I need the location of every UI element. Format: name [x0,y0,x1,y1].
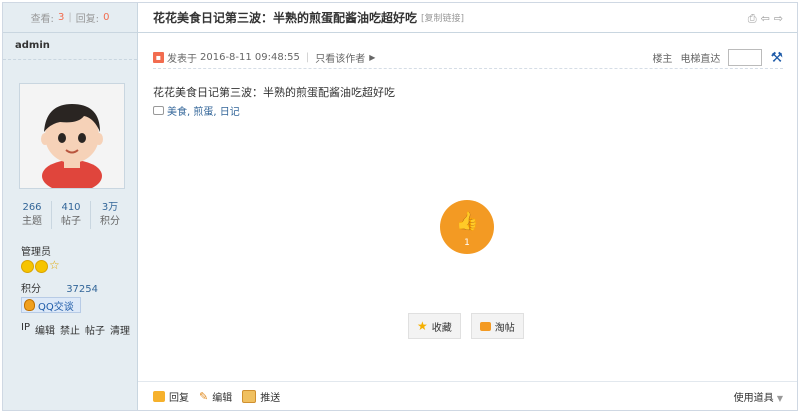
use-tools-menu[interactable]: 使用道具 ▼ [734,389,783,404]
wrench-icon[interactable]: ⚒ [770,50,783,66]
post-meta: ▪ 发表于 2016-8-11 09:48:55 | 只看该作者 ▶ 楼主 电梯… [153,49,783,66]
sun-icon [21,260,34,273]
floor-label: 楼主 [652,54,673,65]
points-label: 积分 [21,284,41,295]
posted-time: 2016-8-11 09:48:55 [200,52,300,63]
author-sidebar: 查看: 3 | 回复: 0 admin 266 主题 410 帖子 3万 积分 … [3,3,138,410]
star-icon: ★ [417,319,428,333]
print-icon[interactable]: ⎙ [748,12,757,26]
stat-points[interactable]: 3万 积分 [91,201,129,229]
prev-thread-icon[interactable]: ⇦ [761,12,770,26]
posted-prefix: 发表于 [167,54,197,65]
admin-link-ip[interactable]: IP [21,322,30,337]
stat-posts[interactable]: 410 帖子 [52,201,91,229]
stat-value: 410 [61,202,81,213]
qq-icon [24,299,35,311]
tools-label: 使用道具 [733,393,774,404]
avatar[interactable] [19,83,125,192]
thread-stats: 查看: 3 | 回复: 0 [3,3,137,33]
post-tags: 美食, 煎蛋, 日记 [153,103,240,118]
edit-button[interactable]: ✎ 编辑 [199,389,232,404]
favorite-label: 收藏 [431,322,452,334]
admin-link-clean[interactable]: 清理 [110,322,130,337]
user-group[interactable]: 管理员 [21,243,51,258]
collection-icon [479,321,491,331]
author-username[interactable]: admin [3,33,137,60]
post-main: 花花美食日记第三波：半熟的煎蛋配酱油吃超好吃 [复制链接] ⎙ ⇦ ⇨ ▪ 发表… [138,3,797,410]
divider [153,68,783,69]
thread-title: 花花美食日记第三波：半熟的煎蛋配酱油吃超好吃 [153,11,418,25]
push-label: 推送 [260,393,281,404]
next-thread-icon[interactable]: ⇨ [774,12,783,26]
points-row: 积分 37254 [21,280,98,295]
chevron-down-icon: ▼ [776,394,783,403]
stat-value: 266 [22,202,42,213]
admin-link-ban[interactable]: 禁止 [60,322,80,337]
points-value: 37254 [66,284,98,295]
post-footer: 回复 ✎ 编辑 推送 使用道具 ▼ [138,381,797,411]
favorite-button[interactable]: ★ 收藏 [408,313,461,339]
share-label: 淘帖 [494,322,515,334]
stat-label: 帖子 [61,216,81,227]
admin-links: IP 编辑 禁止 帖子 清理 [21,322,130,337]
pencil-icon: ✎ [199,390,209,403]
share-button[interactable]: 淘帖 [470,313,524,339]
author-online-icon: ▪ [153,52,164,63]
author-stats: 266 主题 410 帖子 3万 积分 [13,201,129,229]
sun-icon [35,260,48,273]
stat-label: 积分 [100,216,120,227]
only-author-link[interactable]: 只看该作者 [315,50,365,65]
qq-label: QQ交谈 [38,301,74,313]
rank-icons: ☆ [21,258,60,273]
post-actions: ★ 收藏 淘帖 [408,313,524,339]
stat-label: 主题 [22,216,42,227]
like-button[interactable]: 👍 1 [440,200,494,254]
tag-links[interactable]: 美食, 煎蛋, 日记 [167,103,240,118]
title-bar: 花花美食日记第三波：半熟的煎蛋配酱油吃超好吃 [复制链接] ⎙ ⇦ ⇨ [138,3,797,33]
push-button[interactable]: 推送 [242,389,280,404]
replies-label: 回复: [75,14,100,25]
reply-button[interactable]: 回复 [153,389,189,404]
views-label: 查看: [30,14,54,25]
star-icon: ☆ [49,258,60,272]
reply-icon [153,391,165,402]
reply-label: 回复 [169,393,189,404]
post-content: 花花美食日记第三波：半熟的煎蛋配酱油吃超好吃 [153,86,395,99]
floor-controls: 楼主 电梯直达 ⚒ [652,49,783,66]
jump-label: 电梯直达 [680,54,721,65]
stat-threads[interactable]: 266 主题 [13,201,52,229]
push-icon [242,390,257,403]
stat-value: 3万 [101,202,119,213]
copy-link[interactable]: [复制链接] [421,11,464,24]
views-count: 3 [57,12,65,23]
tag-icon [153,106,164,115]
admin-link-edit[interactable]: 编辑 [35,322,55,337]
admin-link-posts[interactable]: 帖子 [85,322,105,337]
floor-jump-input[interactable] [728,49,763,66]
post-container: 查看: 3 | 回复: 0 admin 266 主题 410 帖子 3万 积分 … [2,2,798,411]
edit-label: 编辑 [212,393,233,404]
qq-chat-button[interactable]: QQ交谈 [21,297,81,313]
triangle-right-icon: ▶ [369,53,376,62]
thumbs-up-icon: 👍 [456,211,479,232]
title-tools: ⎙ ⇦ ⇨ [748,12,783,26]
replies-count: 0 [103,12,110,23]
like-count: 1 [464,238,470,248]
